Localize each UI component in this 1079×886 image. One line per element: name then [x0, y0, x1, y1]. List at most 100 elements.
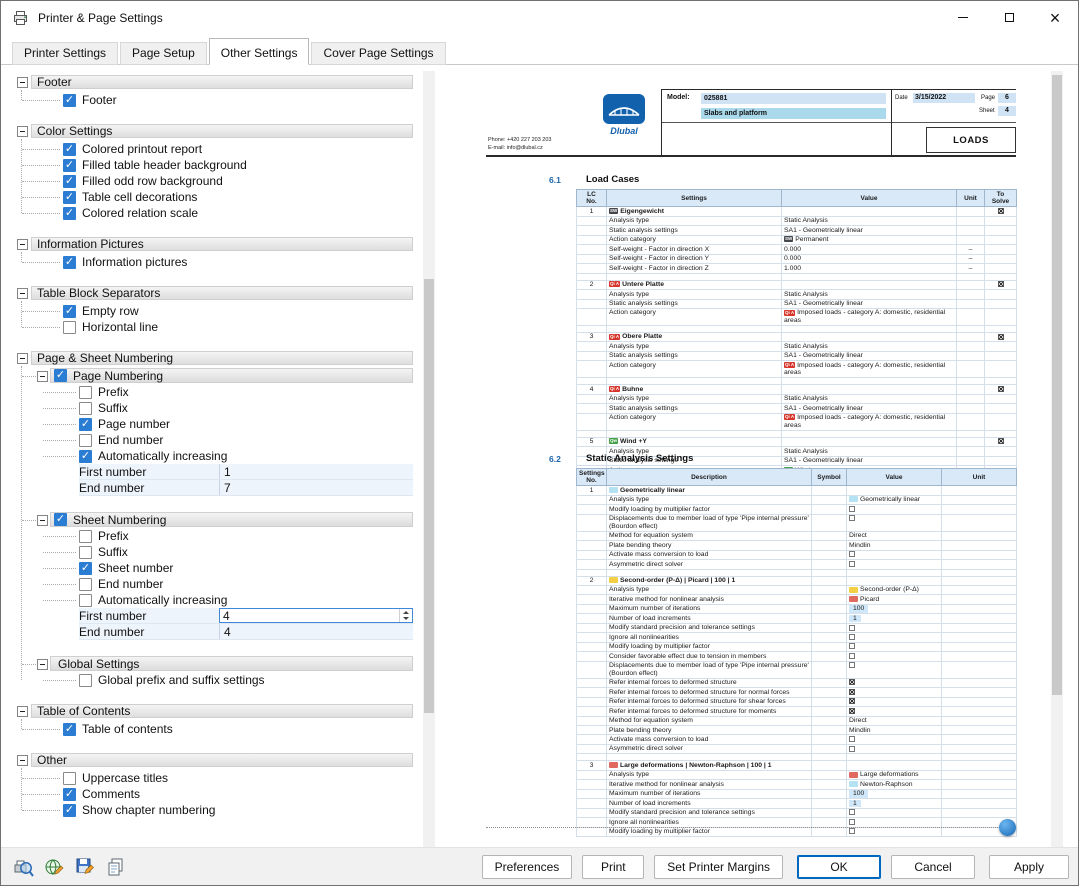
collapse-icon[interactable] — [17, 755, 28, 766]
checkbox-end-number[interactable] — [79, 433, 92, 447]
settings-detail-row: Displacements due to member load of type… — [576, 660, 1017, 679]
option-filled-odd-row-background[interactable]: Filled odd row background — [16, 173, 416, 189]
value-end-number[interactable]: 7 — [219, 480, 413, 495]
settings-detail-row: Analysis type Second-order (P-Δ) — [576, 584, 1017, 596]
checkbox-comments[interactable] — [63, 787, 76, 801]
checkbox-empty-row[interactable] — [63, 304, 76, 318]
checkbox-filled-table-header-background[interactable] — [63, 158, 76, 172]
option-empty-row[interactable]: Empty row — [16, 303, 416, 319]
checkbox-automatically-increasing[interactable] — [79, 449, 92, 463]
checkbox-horizontal-line[interactable] — [63, 320, 76, 334]
tab-printer-settings[interactable]: Printer Settings — [12, 42, 119, 65]
option-page-number[interactable]: Page number — [16, 416, 416, 432]
checkbox-show-chapter-numbering[interactable] — [63, 803, 76, 817]
section-number-load-cases: 6.1 — [549, 175, 561, 185]
checkbox-uppercase-titles[interactable] — [63, 771, 76, 785]
globe-edit-icon[interactable] — [41, 855, 67, 879]
checkbox-automatically-increasing[interactable] — [79, 593, 92, 607]
collapse-icon[interactable] — [17, 239, 28, 250]
checkbox-prefix[interactable] — [79, 529, 92, 543]
tree-scrollbar-thumb[interactable] — [424, 279, 434, 713]
tree-scrollbar[interactable] — [423, 71, 435, 849]
collapse-icon[interactable] — [37, 371, 48, 382]
input-first-number[interactable]: 4 — [219, 608, 413, 623]
checkbox-page-numbering[interactable] — [54, 369, 67, 382]
preferences-button[interactable]: Preferences — [481, 854, 573, 879]
collapse-icon[interactable] — [17, 126, 28, 137]
option-colored-printout-report[interactable]: Colored printout report — [16, 141, 416, 157]
checkbox-prefix[interactable] — [79, 385, 92, 399]
collapse-icon[interactable] — [17, 353, 28, 364]
option-show-chapter-numbering[interactable]: Show chapter numbering — [16, 802, 416, 818]
tab-cover-page-settings[interactable]: Cover Page Settings — [311, 42, 446, 65]
settings-title-row: 3 Large deformations | Newton-Raphson | 1… — [576, 760, 1017, 771]
collapse-icon[interactable] — [17, 288, 28, 299]
subheader-global-settings[interactable]: Global Settings — [16, 656, 416, 672]
empty-box-icon — [849, 809, 855, 816]
page-indicator-bubble[interactable] — [999, 819, 1016, 836]
option-sheet-number[interactable]: Sheet number — [16, 560, 416, 576]
checkbox-colored-printout-report[interactable] — [63, 142, 76, 156]
close-icon[interactable] — [1032, 1, 1078, 34]
option-prefix[interactable]: Prefix — [16, 528, 416, 544]
checkbox-end-number[interactable] — [79, 577, 92, 591]
checkbox-global-prefix-and-suffix-settings[interactable] — [79, 673, 92, 687]
spinner-arrows-icon[interactable] — [399, 609, 412, 622]
option-horizontal-line[interactable]: Horizontal line — [16, 319, 416, 335]
cancel-button[interactable]: Cancel — [891, 854, 975, 879]
apply-button[interactable]: Apply — [989, 854, 1069, 879]
option-footer[interactable]: Footer — [16, 92, 416, 108]
settings-group-page-sheet-numbering: Page & Sheet Numbering Page Numbering Pref… — [16, 351, 416, 688]
collapse-icon[interactable] — [17, 706, 28, 717]
maximize-icon[interactable] — [986, 1, 1032, 34]
option-prefix[interactable]: Prefix — [16, 384, 416, 400]
copy-pages-icon[interactable] — [103, 855, 129, 879]
tab-other-settings[interactable]: Other Settings — [208, 38, 310, 65]
checkbox-footer[interactable] — [63, 93, 76, 107]
tab-page-setup[interactable]: Page Setup — [120, 42, 207, 65]
checkbox-information-pictures[interactable] — [63, 255, 76, 269]
option-automatically-increasing[interactable]: Automatically increasing — [16, 592, 416, 608]
collapse-icon[interactable] — [37, 515, 48, 526]
option-global-prefix-and-suffix-settings[interactable]: Global prefix and suffix settings — [16, 672, 416, 688]
set-printer-margins-button[interactable]: Set Printer Margins — [654, 854, 783, 879]
print-button[interactable]: Print — [582, 854, 645, 879]
settings-detail-row: Modify loading by multiplier factor — [576, 504, 1017, 515]
checkbox-sheet-number[interactable] — [79, 561, 92, 575]
option-filled-table-header-background[interactable]: Filled table header background — [16, 157, 416, 173]
option-table-of-contents[interactable]: Table of contents — [16, 721, 416, 737]
value-end-number[interactable]: 4 — [219, 624, 413, 639]
option-end-number[interactable]: End number — [16, 432, 416, 448]
checkbox-filled-odd-row-background[interactable] — [63, 174, 76, 188]
window-title: Printer & Page Settings — [38, 10, 163, 25]
subgroup-sheet-numbering[interactable]: Sheet Numbering — [16, 512, 416, 528]
option-suffix[interactable]: Suffix — [16, 544, 416, 560]
checkbox-table-of-contents[interactable] — [63, 722, 76, 736]
checkbox-suffix[interactable] — [79, 545, 92, 559]
collapse-icon[interactable] — [17, 77, 28, 88]
option-table-cell-decorations[interactable]: Table cell decorations — [16, 189, 416, 205]
ok-button[interactable]: OK — [797, 854, 881, 879]
value-first-number[interactable]: 1 — [219, 464, 413, 479]
option-colored-relation-scale[interactable]: Colored relation scale — [16, 205, 416, 221]
checkbox-table-cell-decorations[interactable] — [63, 190, 76, 204]
preview-scrollbar[interactable] — [1051, 71, 1063, 849]
preview-scrollbar-thumb[interactable] — [1052, 75, 1062, 695]
checkbox-colored-relation-scale[interactable] — [63, 206, 76, 220]
checkbox-page-number[interactable] — [79, 417, 92, 431]
option-information-pictures[interactable]: Information pictures — [16, 254, 416, 270]
option-uppercase-titles[interactable]: Uppercase titles — [16, 770, 416, 786]
collapse-icon[interactable] — [37, 659, 48, 670]
subgroup-page-numbering[interactable]: Page Numbering — [16, 368, 416, 384]
zoom-printer-icon[interactable] — [10, 855, 36, 879]
option-comments[interactable]: Comments — [16, 786, 416, 802]
empty-row — [576, 568, 1017, 577]
option-end-number[interactable]: End number — [16, 576, 416, 592]
checkbox-sheet-numbering[interactable] — [54, 513, 67, 526]
settings-detail-row: Iterative method for nonlinear analysis N… — [576, 779, 1017, 790]
minimize-icon[interactable] — [940, 1, 986, 34]
save-edit-icon[interactable] — [72, 855, 98, 879]
option-suffix[interactable]: Suffix — [16, 400, 416, 416]
option-automatically-increasing[interactable]: Automatically increasing — [16, 448, 416, 464]
checkbox-suffix[interactable] — [79, 401, 92, 415]
